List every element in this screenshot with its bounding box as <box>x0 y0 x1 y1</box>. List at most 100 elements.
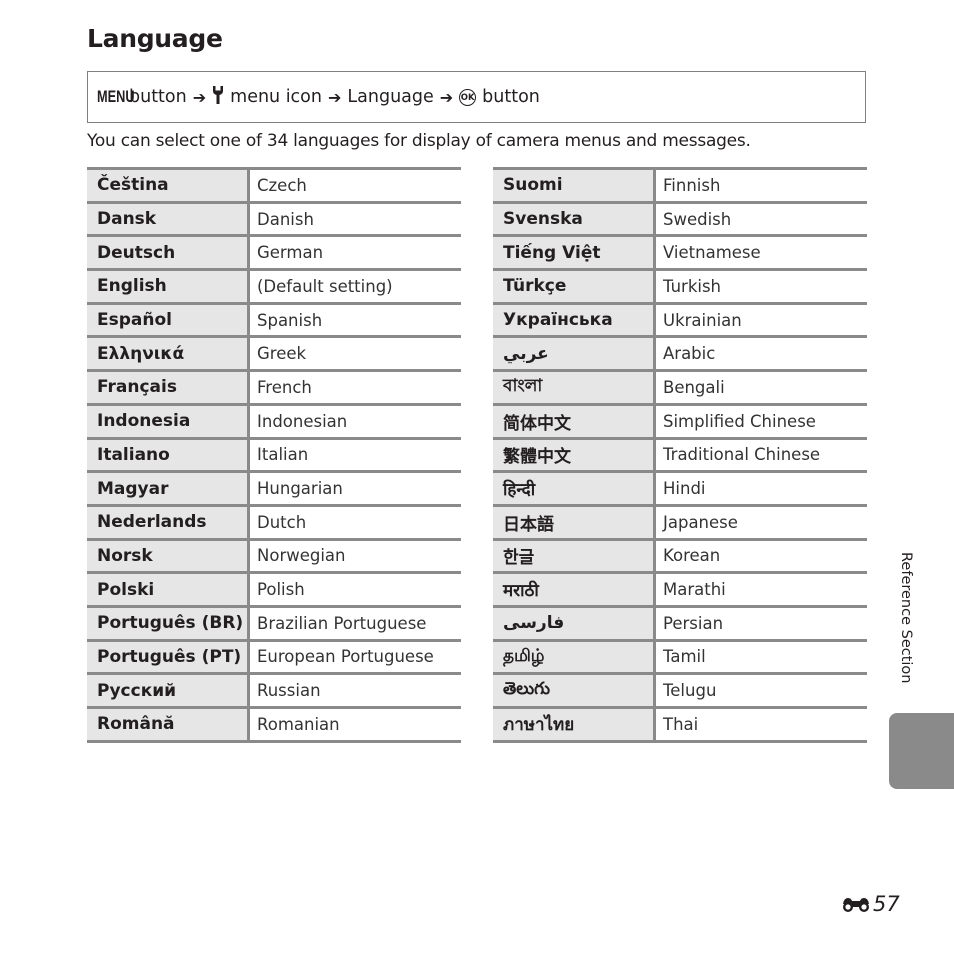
native-language-name: عربي <box>493 336 656 371</box>
english-language-name: Korean <box>663 546 721 566</box>
native-language-name: Română <box>87 707 250 742</box>
native-language-name: Italiano <box>87 438 250 472</box>
english-language-name: Finnish <box>663 175 721 195</box>
native-language-name: Suomi <box>493 168 656 203</box>
language-row: Dansk Danish <box>87 202 461 236</box>
language-row: فارسی Persian <box>493 606 867 641</box>
section-tab[interactable] <box>889 713 954 789</box>
native-language-name: मराठी <box>493 572 656 607</box>
english-language-name: Dutch <box>257 512 307 532</box>
language-row: Suomi Finnish <box>493 168 867 203</box>
english-language-name: Marathi <box>663 580 726 600</box>
english-language-name: Bengali <box>663 377 725 397</box>
intro-text: You can select one of 34 languages for d… <box>87 131 751 151</box>
wrench-icon <box>212 85 224 109</box>
language-row: 繁體中文 Traditional Chinese <box>493 438 867 472</box>
language-row: Français French <box>87 370 461 405</box>
english-language-name: Traditional Chinese <box>663 445 821 465</box>
english-language-name: Greek <box>257 344 307 364</box>
binoculars-icon <box>843 898 869 912</box>
language-row: Українська Ukrainian <box>493 303 867 337</box>
language-row: Svenska Swedish <box>493 202 867 236</box>
language-row: Ελληνικά Greek <box>87 336 461 371</box>
native-language-name: Русский <box>87 673 250 708</box>
language-row: Nederlands Dutch <box>87 505 461 540</box>
language-row: 한글 Korean <box>493 539 867 573</box>
english-language-name: German <box>257 243 324 263</box>
language-row: Português (BR) Brazilian Portuguese <box>87 606 461 641</box>
language-row: Polski Polish <box>87 572 461 607</box>
language-row: Indonesia Indonesian <box>87 404 461 438</box>
english-language-name: Arabic <box>663 344 716 364</box>
native-language-name: English <box>87 269 250 304</box>
native-language-name: 简体中文 <box>493 404 656 438</box>
native-language-name: 日本語 <box>493 505 656 540</box>
page-number-text: 57 <box>873 892 900 916</box>
language-row: मराठी Marathi <box>493 572 867 607</box>
english-language-name: Romanian <box>257 714 340 734</box>
language-row: Português (PT) European Portuguese <box>87 640 461 674</box>
arrow-right-icon: ➔ <box>327 87 342 107</box>
native-language-name: Čeština <box>87 168 250 203</box>
native-language-name: हिन्दी <box>493 471 656 506</box>
native-language-name: Deutsch <box>87 235 250 270</box>
english-language-name: Swedish <box>663 209 732 229</box>
english-language-name: Russian <box>257 681 321 701</box>
native-language-name: Ελληνικά <box>87 336 250 371</box>
english-language-name: European Portuguese <box>257 647 434 667</box>
native-language-name: Norsk <box>87 539 250 573</box>
language-row: Norsk Norwegian <box>87 539 461 573</box>
native-language-name: Indonesia <box>87 404 250 438</box>
english-language-name: Vietnamese <box>663 243 761 263</box>
language-row: हिन्दी Hindi <box>493 471 867 506</box>
native-language-name: 한글 <box>493 539 656 573</box>
arrow-right-icon: ➔ <box>192 87 207 107</box>
native-language-name: 繁體中文 <box>493 438 656 472</box>
native-language-name: বাংলা <box>493 370 656 405</box>
english-language-name: Persian <box>663 613 724 633</box>
native-language-name: Nederlands <box>87 505 250 540</box>
native-language-name: Español <box>87 303 250 337</box>
language-table-right: Suomi Finnish Svenska Swedish Tiếng Việt Viet… <box>493 167 867 743</box>
native-language-name: Polski <box>87 572 250 607</box>
arrow-right-icon: ➔ <box>439 87 454 107</box>
language-row: Türkçe Turkish <box>493 269 867 304</box>
language-row: Magyar Hungarian <box>87 471 461 506</box>
language-row: Deutsch German <box>87 235 461 270</box>
english-language-name: Polish <box>257 580 305 600</box>
native-language-name: Dansk <box>87 202 250 236</box>
english-language-name: Norwegian <box>257 546 346 566</box>
english-language-name: Japanese <box>663 512 738 532</box>
english-language-name: Indonesian <box>257 411 348 431</box>
english-language-name: Brazilian Portuguese <box>257 613 427 633</box>
page-title: Language <box>87 24 223 53</box>
english-language-name: Telugu <box>663 681 717 701</box>
native-language-name: Português (PT) <box>87 640 250 674</box>
english-language-name: French <box>257 377 312 397</box>
path-step-3: Language <box>347 87 434 107</box>
menu-button-icon: MENU <box>97 87 135 106</box>
native-language-name: Українська <box>493 303 656 337</box>
path-step-2: menu icon <box>230 87 322 107</box>
language-row: Italiano Italian <box>87 438 461 472</box>
path-step-4: button <box>482 87 540 107</box>
english-language-name: Simplified Chinese <box>663 411 816 431</box>
native-language-name: ภาษาไทย <box>493 707 656 742</box>
language-row: தமிழ் Tamil <box>493 640 867 674</box>
english-language-name: Italian <box>257 445 309 465</box>
native-language-name: Türkçe <box>493 269 656 304</box>
language-row: Español Spanish <box>87 303 461 337</box>
section-tab-label: Reference Section <box>898 552 914 684</box>
english-language-name: Ukrainian <box>663 310 742 330</box>
english-language-name: Hindi <box>663 479 706 499</box>
language-row: عربي Arabic <box>493 336 867 371</box>
english-language-name: Hungarian <box>257 479 343 499</box>
native-language-name: Português (BR) <box>87 606 250 641</box>
english-language-name: (Default setting) <box>257 276 393 296</box>
page-number: 57 <box>840 892 900 916</box>
native-language-name: Svenska <box>493 202 656 236</box>
native-language-name: Magyar <box>87 471 250 506</box>
english-language-name: Turkish <box>663 276 722 296</box>
language-row: Čeština Czech <box>87 168 461 203</box>
english-language-name: Spanish <box>257 310 323 330</box>
